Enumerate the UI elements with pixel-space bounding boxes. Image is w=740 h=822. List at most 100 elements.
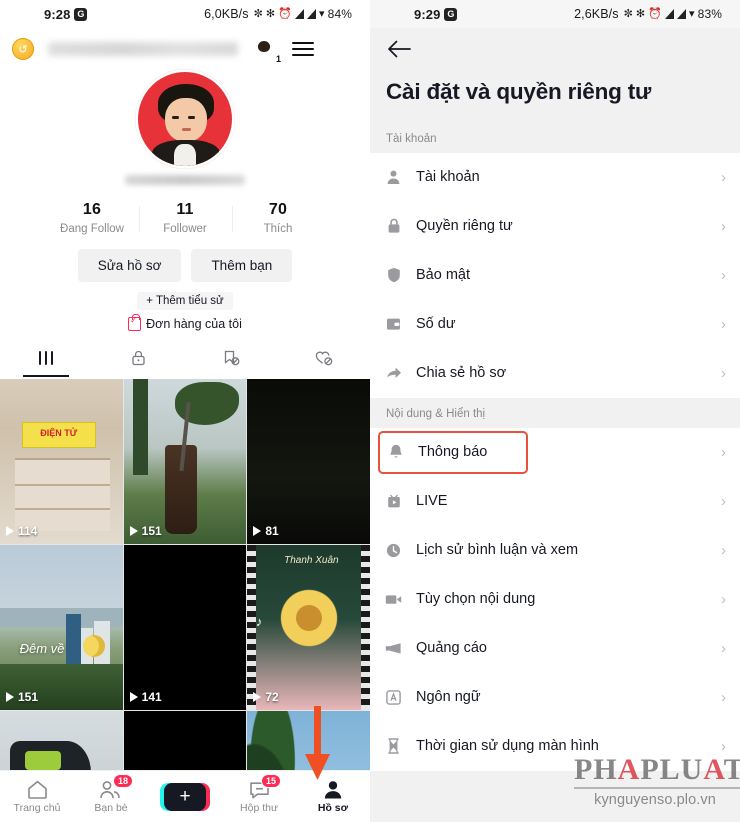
stat-following[interactable]: 16 Đang Follow (46, 201, 139, 235)
view-count: 81 (253, 524, 279, 538)
video-thumbnail[interactable]: 141 (123, 545, 247, 710)
clock-icon (384, 543, 403, 558)
signal-icon-2 (307, 9, 317, 19)
notification-count: 1 (275, 54, 281, 64)
lock-icon (132, 350, 145, 366)
nav-label: Bạn bè (94, 802, 128, 814)
settings-item-language[interactable]: Ngôn ngữ › (370, 673, 740, 722)
username-blurred (48, 42, 238, 56)
nav-profile[interactable]: Hồ sơ (296, 779, 370, 814)
badge-count: 18 (113, 774, 134, 788)
settings-item-notifications[interactable]: Thông báo (378, 430, 528, 474)
stat-label: Thích (263, 223, 293, 235)
profile-actions: Sửa hồ sơ Thêm bạn (0, 249, 370, 282)
tab-posts[interactable] (0, 343, 93, 373)
settings-item-label: Thời gian sử dụng màn hình (416, 738, 599, 755)
google-badge-icon: G (444, 7, 458, 21)
battery-level: 84% (327, 7, 352, 21)
settings-item-account[interactable]: Tài khoản › (370, 153, 740, 202)
stat-value: 11 (176, 201, 194, 218)
view-count: 151 (129, 524, 162, 538)
mute-icon: ✻ (635, 7, 646, 20)
menu-icon[interactable] (292, 42, 314, 56)
add-bio-button[interactable]: + Thêm tiểu sử (137, 292, 233, 310)
google-badge-icon: G (74, 7, 88, 21)
add-friend-button[interactable]: Thêm bạn (191, 249, 293, 282)
settings-item-share-profile[interactable]: Chia sẻ hồ sơ › (370, 349, 740, 398)
alarm-icon: ⏰ (278, 7, 293, 20)
settings-item-label: Lịch sử bình luận và xem (416, 542, 579, 559)
stat-value: 16 (82, 201, 102, 218)
settings-item-label: Ngôn ngữ (416, 689, 481, 706)
tab-liked[interactable] (278, 343, 371, 373)
stat-label: Follower (163, 223, 207, 235)
tiktok-profile-panel: 9:28 G 6,0KB/s ✼ ✻ ⏰ ▾ 84% ↺ 1 16 Đang F… (0, 0, 370, 822)
chevron-right-icon: › (721, 492, 726, 510)
tab-saved[interactable] (185, 343, 278, 373)
settings-item-label: LIVE (416, 493, 448, 510)
page-title: Cài đặt và quyền riêng tư (386, 79, 652, 104)
status-icons: 6,0KB/s ✼ ✻ ⏰ ▾ 84% (204, 7, 352, 21)
stat-likes[interactable]: 70 Thích (231, 201, 325, 235)
play-icon (6, 526, 14, 536)
edit-profile-button[interactable]: Sửa hồ sơ (77, 249, 182, 282)
settings-item-screen-time[interactable]: Thời gian sử dụng màn hình › (370, 722, 740, 771)
settings-item-content-prefs[interactable]: Tùy chọn nội dung › (370, 575, 740, 624)
nav-friends[interactable]: 18 Bạn bè (74, 774, 148, 814)
live-icon (384, 494, 403, 509)
chevron-right-icon: › (721, 266, 726, 284)
coin-icon[interactable]: ↺ (12, 38, 34, 60)
view-count: 141 (129, 690, 162, 704)
network-speed: 6,0KB/s (204, 7, 249, 21)
video-caption: Đêm về (19, 640, 65, 656)
settings-item-ads[interactable]: Quảng cáo › (370, 624, 740, 673)
battery-level: 83% (697, 7, 722, 21)
settings-item-balance[interactable]: Số dư › (370, 300, 740, 349)
signal-icon-2 (677, 9, 687, 19)
settings-item-notifications-wrap: Thông báo › (370, 428, 740, 477)
profile-icon (324, 781, 342, 799)
video-thumbnail[interactable]: 114 (0, 379, 123, 544)
my-orders-row[interactable]: Đơn hàng của tôi (0, 314, 370, 331)
settings-item-privacy[interactable]: Quyền riêng tư › (370, 202, 740, 251)
settings-item-label: Tùy chọn nội dung (416, 591, 536, 608)
chevron-right-icon: › (721, 541, 726, 559)
video-thumbnail[interactable]: 151 (123, 379, 247, 544)
section-label-content: Nội dung & Hiển thị (386, 407, 486, 420)
bottom-navigation: Trang chủ 18 Bạn bè + 15 Hộp thư Hồ sơ (0, 770, 370, 822)
nav-create[interactable]: + (148, 782, 222, 811)
nav-home[interactable]: Trang chủ (0, 779, 74, 814)
bluetooth-icon: ✼ (253, 7, 263, 20)
badge-count: 15 (261, 774, 282, 788)
chevron-right-icon: › (721, 688, 726, 706)
my-orders-label: Đơn hàng của tôi (146, 317, 242, 331)
stat-label: Đang Follow (60, 223, 124, 235)
lock-icon (384, 218, 403, 234)
video-thumbnail[interactable]: Đêm về 151 (0, 545, 123, 710)
settings-item-security[interactable]: Bảo mật › (370, 251, 740, 300)
profile-avatar[interactable] (138, 72, 232, 166)
settings-panel: 9:29 G 2,6KB/s ✼ ✻ ⏰ ▾ 83% Cài đặt và qu… (370, 0, 740, 822)
chevron-right-icon: › (721, 639, 726, 657)
video-thumbnail[interactable]: Thanh Xuân ♪ 72 (247, 545, 370, 710)
back-button[interactable] (370, 28, 740, 65)
status-time: 9:29 (414, 6, 441, 22)
settings-item-label: Thông báo (418, 444, 488, 461)
video-caption: Thanh Xuân (284, 554, 339, 566)
status-icons: 2,6KB/s ✼ ✻ ⏰ ▾ 83% (574, 7, 722, 21)
settings-item-label: Quảng cáo (416, 640, 487, 657)
chevron-right-icon: › (721, 443, 726, 461)
settings-item-label: Tài khoản (416, 169, 480, 186)
settings-item-live[interactable]: LIVE › (370, 477, 740, 526)
settings-card-account: Tài khoản › Quyền riêng tư › Bảo mật › S… (370, 152, 740, 398)
nav-inbox[interactable]: 15 Hộp thư (222, 774, 296, 814)
video-thumbnail[interactable]: 81 (247, 379, 370, 544)
video-icon (384, 593, 403, 606)
settings-item-history[interactable]: Lịch sử bình luận và xem › (370, 526, 740, 575)
mini-avatar-wrap[interactable]: 1 (252, 36, 281, 64)
back-arrow-icon (388, 40, 411, 58)
tab-private[interactable] (93, 343, 186, 373)
bookmark-hidden-icon (224, 350, 240, 366)
stat-followers[interactable]: 11 Follower (138, 201, 232, 235)
screenshot-root: 9:28 G 6,0KB/s ✼ ✻ ⏰ ▾ 84% ↺ 1 16 Đang F… (0, 0, 740, 822)
